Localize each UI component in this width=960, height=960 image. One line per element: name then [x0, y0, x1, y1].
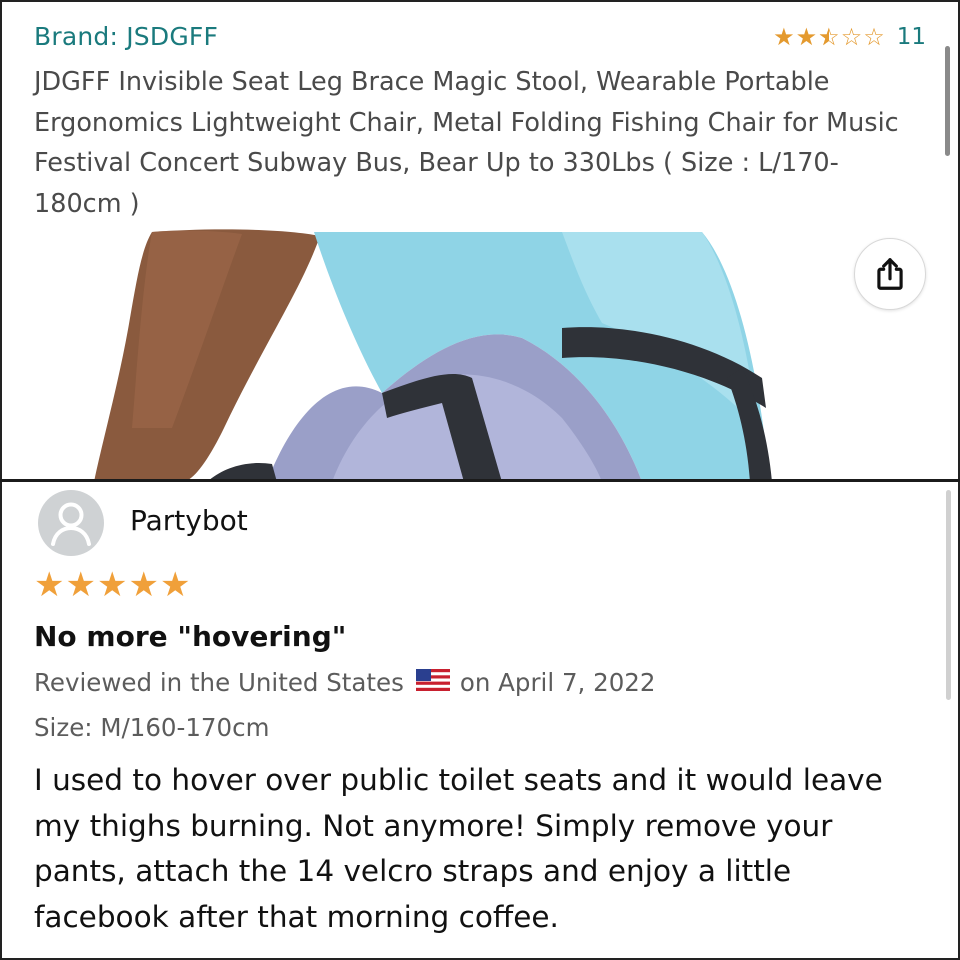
star-empty-icon: ☆ — [863, 23, 885, 51]
us-flag-icon — [415, 668, 450, 697]
star-filled-icon: ★ — [773, 23, 795, 51]
review-body: I used to hover over public toilet seats… — [34, 763, 883, 934]
review-location: Reviewed in the United States — [34, 668, 404, 697]
star-half-icon: ☆★ — [818, 23, 840, 51]
star-filled-icon: ★ — [96, 565, 128, 605]
review-rating-stars: ★ ★ ★ ★ ★ — [34, 568, 190, 602]
share-button[interactable] — [854, 238, 926, 310]
rating-count[interactable]: 11 — [897, 24, 926, 50]
share-icon — [877, 258, 903, 290]
product-image — [2, 228, 958, 480]
product-panel: Brand: JSDGFF ★ ★ ☆★ ☆ ☆ 11 JDGFF Invisi… — [0, 0, 960, 480]
star-empty-icon: ☆ — [840, 23, 863, 51]
review-date: on April 7, 2022 — [459, 668, 656, 697]
review-size: Size: M/160-170cm — [34, 713, 270, 742]
product-rating-stars: ★ ★ ☆★ ☆ ☆ — [773, 25, 885, 49]
star-filled-icon: ★ — [65, 565, 96, 605]
review-panel: Partybot ★ ★ ★ ★ ★ No more "hovering" Re… — [0, 482, 960, 960]
product-title: JDGFF Invisible Seat Leg Brace Magic Sto… — [34, 67, 899, 219]
review-meta: Reviewed in the United States on April 7… — [34, 668, 655, 697]
star-filled-icon: ★ — [128, 565, 159, 605]
review-title: No more "hovering" — [34, 620, 347, 653]
star-filled-icon: ★ — [795, 23, 818, 51]
user-avatar-icon[interactable] — [38, 490, 104, 556]
scrollbar[interactable] — [946, 490, 951, 700]
star-filled-icon: ★ — [34, 565, 65, 605]
scrollbar[interactable] — [945, 46, 950, 156]
reviewer-name[interactable]: Partybot — [130, 504, 248, 537]
brand-link[interactable]: Brand: JSDGFF — [34, 22, 218, 51]
product-rating[interactable]: ★ ★ ☆★ ☆ ☆ 11 — [773, 24, 926, 50]
star-filled-icon: ★ — [159, 565, 191, 605]
